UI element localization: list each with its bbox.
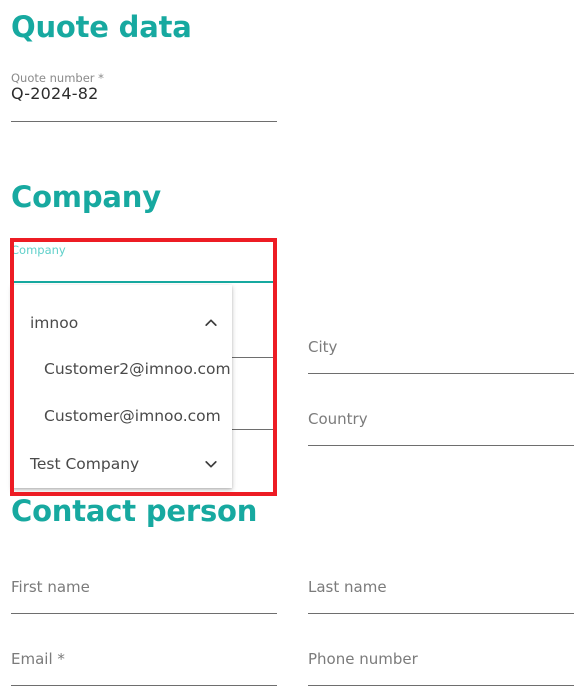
phone-number-underline (308, 685, 574, 686)
email-field[interactable]: Email * (11, 630, 277, 686)
city-field[interactable]: City (308, 318, 574, 374)
dropdown-option-test-company[interactable]: Test Company (12, 440, 232, 488)
first-name-label: First name (11, 578, 90, 596)
quote-number-value: Q-2024-82 (11, 84, 99, 103)
dropdown-option-customer2[interactable]: Customer2@imnoo.com (12, 345, 232, 393)
dropdown-option-label: Customer2@imnoo.com (44, 360, 231, 378)
dropdown-option-customer[interactable]: Customer@imnoo.com (12, 392, 232, 440)
dropdown-option-label: Test Company (30, 455, 140, 473)
section-title-company: Company (11, 180, 161, 214)
chevron-up-icon[interactable] (204, 316, 218, 330)
first-name-field[interactable]: First name (11, 558, 277, 614)
quote-form-page: Quote data Quote number * Q-2024-82 Comp… (0, 0, 585, 697)
phone-number-field[interactable]: Phone number (308, 630, 574, 686)
dropdown-option-label: Customer@imnoo.com (44, 407, 221, 425)
dropdown-option-label: imnoo (30, 314, 79, 332)
section-title-quote-data: Quote data (11, 10, 192, 44)
country-underline (308, 445, 574, 446)
chevron-down-icon[interactable] (204, 457, 218, 471)
quote-number-field[interactable]: Quote number * Q-2024-82 (11, 66, 277, 122)
last-name-label: Last name (308, 578, 387, 596)
email-underline (11, 685, 277, 686)
company-label: Company (11, 243, 66, 257)
country-label: Country (308, 410, 368, 428)
last-name-underline (308, 613, 574, 614)
quote-number-underline (11, 121, 277, 122)
dropdown-option-imnoo[interactable]: imnoo (12, 299, 232, 347)
country-field[interactable]: Country (308, 390, 574, 446)
first-name-underline (11, 613, 277, 614)
phone-number-label: Phone number (308, 650, 418, 668)
company-select-field[interactable]: Company (11, 238, 277, 283)
company-dropdown-panel[interactable]: imnoo Customer2@imnoo.com Customer@imnoo… (12, 285, 232, 488)
section-title-contact-person: Contact person (11, 494, 258, 528)
company-underline-focused (11, 281, 277, 283)
city-underline (308, 373, 574, 374)
city-label: City (308, 338, 338, 356)
last-name-field[interactable]: Last name (308, 558, 574, 614)
email-label: Email * (11, 650, 65, 668)
